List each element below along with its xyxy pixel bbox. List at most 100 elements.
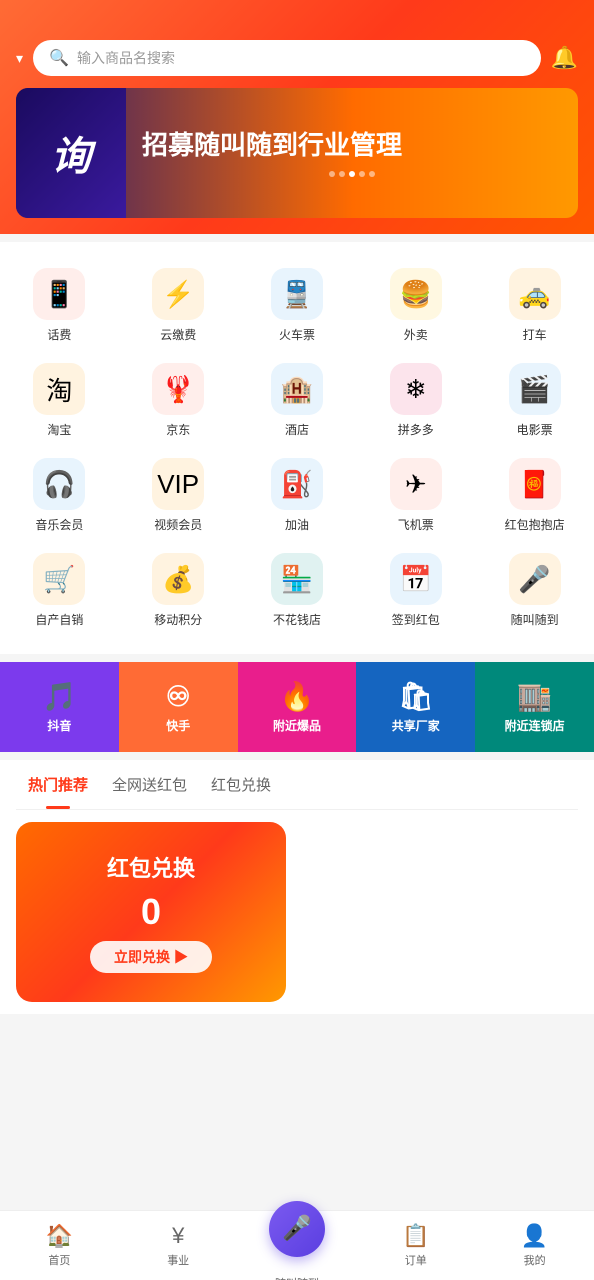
icon-label: 外卖 [404, 326, 428, 343]
grid-icon-item[interactable]: 淘 淘宝 [0, 353, 119, 448]
grid-icon-item[interactable]: 🎤 随叫随到 [475, 543, 594, 638]
grid-icon-item[interactable]: VIP 视频会员 [119, 448, 238, 543]
nav-item-首页[interactable]: 🏠 首页 [0, 1215, 119, 1276]
nav-icon: ¥ [172, 1223, 184, 1249]
grid-icon-item[interactable]: 🚆 火车票 [238, 258, 357, 353]
icon-circle: 💰 [152, 553, 204, 605]
icon-label: 淘宝 [47, 421, 71, 438]
icon-label: 音乐会员 [35, 516, 83, 533]
icon-label: 视频会员 [154, 516, 202, 533]
search-bar[interactable]: 🔍 输入商品名搜索 [33, 40, 541, 76]
app-icon: 🛍 [398, 680, 434, 713]
app-icon: ♾ [166, 680, 191, 713]
icon-label: 电影票 [517, 421, 553, 438]
grid-icon-item[interactable]: 🍔 外卖 [356, 258, 475, 353]
grid-icon-item[interactable]: 🧧 红包抱抱店 [475, 448, 594, 543]
nav-icon: 🏠 [46, 1223, 73, 1249]
nav-icon: 📋 [402, 1223, 429, 1249]
grid-icon-item[interactable]: 🏪 不花钱店 [238, 543, 357, 638]
redpacket-card[interactable]: 红包兑换 0 立即兑换 ▶ [16, 822, 286, 1002]
grid-icon-item[interactable]: 🎬 电影票 [475, 353, 594, 448]
nav-item-订单[interactable]: 📋 订单 [356, 1215, 475, 1276]
nav-icon: 👤 [521, 1223, 548, 1249]
grid-icon-item[interactable]: 🚕 打车 [475, 258, 594, 353]
dot-3 [349, 171, 355, 177]
icon-circle: 🧧 [509, 458, 561, 510]
nav-center-item: 🎤 随叫随到 [238, 1201, 357, 1280]
icon-circle: 🏨 [271, 363, 323, 415]
icon-circle: 🍔 [390, 268, 442, 320]
grid-icon-item[interactable]: ⚡ 云缴费 [119, 258, 238, 353]
grid-icon-item[interactable]: 🏨 酒店 [238, 353, 357, 448]
tab-1[interactable]: 全网送红包 [100, 760, 199, 809]
icon-circle: 🚕 [509, 268, 561, 320]
dot-5 [369, 171, 375, 177]
nav-item-我的[interactable]: 👤 我的 [475, 1215, 594, 1276]
app-bar-item-附近连锁店[interactable]: 🏬 附近连锁店 [475, 662, 594, 752]
notification-bell-icon[interactable]: 🔔 [551, 45, 578, 71]
nav-label: 首页 [48, 1252, 70, 1268]
icon-label: 飞机票 [398, 516, 434, 533]
icon-label: 加油 [285, 516, 309, 533]
grid-icon-item[interactable]: ❄ 拼多多 [356, 353, 475, 448]
dot-2 [339, 171, 345, 177]
icon-label: 自产自销 [35, 611, 83, 628]
nav-label: 我的 [524, 1252, 546, 1268]
app-icon: 🏬 [517, 680, 552, 713]
grid-icon-item[interactable]: 🦞 京东 [119, 353, 238, 448]
search-placeholder: 输入商品名搜索 [77, 48, 175, 68]
icon-circle: 🛒 [33, 553, 85, 605]
app-label: 附近爆品 [273, 717, 321, 734]
grid-icon-item[interactable]: 🎧 音乐会员 [0, 448, 119, 543]
icon-circle: ⛽ [271, 458, 323, 510]
banner-content: 招募随叫随到行业管理 [126, 113, 578, 193]
icon-circle: 淘 [33, 363, 85, 415]
redeem-button[interactable]: 立即兑换 ▶ [90, 941, 212, 973]
header: ▾ 🔍 输入商品名搜索 🔔 询 招募随叫随到行业管理 [0, 0, 594, 234]
banner-title: 招募随叫随到行业管理 [142, 129, 562, 163]
tab-0[interactable]: 热门推荐 [16, 760, 100, 809]
card-amount: 0 [141, 891, 161, 933]
dot-1 [329, 171, 335, 177]
icon-label: 拼多多 [398, 421, 434, 438]
icon-circle: 📱 [33, 268, 85, 320]
tabs-row: 热门推荐全网送红包红包兑换 [16, 760, 578, 810]
icon-label: 云缴费 [160, 326, 196, 343]
app-icon: 🎵 [42, 680, 77, 713]
icon-grid: 📱 话费 ⚡ 云缴费 🚆 火车票 🍔 外卖 🚕 打车 淘 淘宝 🦞 京东 🏨 酒… [0, 258, 594, 638]
icon-label: 移动积分 [154, 611, 202, 628]
icon-label: 京东 [166, 421, 190, 438]
icon-circle: 🦞 [152, 363, 204, 415]
dropdown-arrow-icon: ▾ [16, 50, 23, 67]
app-icon: 🔥 [280, 680, 315, 713]
app-bar: 🎵 抖音 ♾ 快手 🔥 附近爆品 🛍 共享厂家 🏬 附近连锁店 [0, 662, 594, 752]
grid-icon-item[interactable]: 🛒 自产自销 [0, 543, 119, 638]
grid-icon-item[interactable]: ⛽ 加油 [238, 448, 357, 543]
app-bar-item-共享厂家[interactable]: 🛍 共享厂家 [356, 662, 475, 752]
grid-icon-item[interactable]: 📅 签到红包 [356, 543, 475, 638]
grid-icon-item[interactable]: ✈ 飞机票 [356, 448, 475, 543]
app-bar-item-快手[interactable]: ♾ 快手 [119, 662, 238, 752]
dot-4 [359, 171, 365, 177]
app-bar-item-附近爆品[interactable]: 🔥 附近爆品 [238, 662, 357, 752]
card-section: 红包兑换 0 立即兑换 ▶ [0, 810, 594, 1014]
icon-circle: VIP [152, 458, 204, 510]
nav-center-label: 随叫随到 [275, 1275, 319, 1280]
icon-circle: 🎧 [33, 458, 85, 510]
icon-label: 随叫随到 [511, 611, 559, 628]
grid-icon-item[interactable]: 📱 话费 [0, 258, 119, 353]
icon-circle: 🏪 [271, 553, 323, 605]
icon-label: 打车 [523, 326, 547, 343]
grid-icon-item[interactable]: 💰 移动积分 [119, 543, 238, 638]
icon-circle: 🎤 [509, 553, 561, 605]
location-button[interactable]: ▾ [16, 50, 23, 67]
voice-button[interactable]: 🎤 [269, 1201, 325, 1257]
app-label: 共享厂家 [392, 717, 440, 734]
banner[interactable]: 询 招募随叫随到行业管理 [16, 88, 578, 218]
icon-label: 火车票 [279, 326, 315, 343]
nav-item-事业[interactable]: ¥ 事业 [119, 1215, 238, 1276]
app-bar-item-抖音[interactable]: 🎵 抖音 [0, 662, 119, 752]
tab-2[interactable]: 红包兑换 [199, 760, 283, 809]
app-label: 快手 [166, 717, 190, 734]
icon-circle: 📅 [390, 553, 442, 605]
